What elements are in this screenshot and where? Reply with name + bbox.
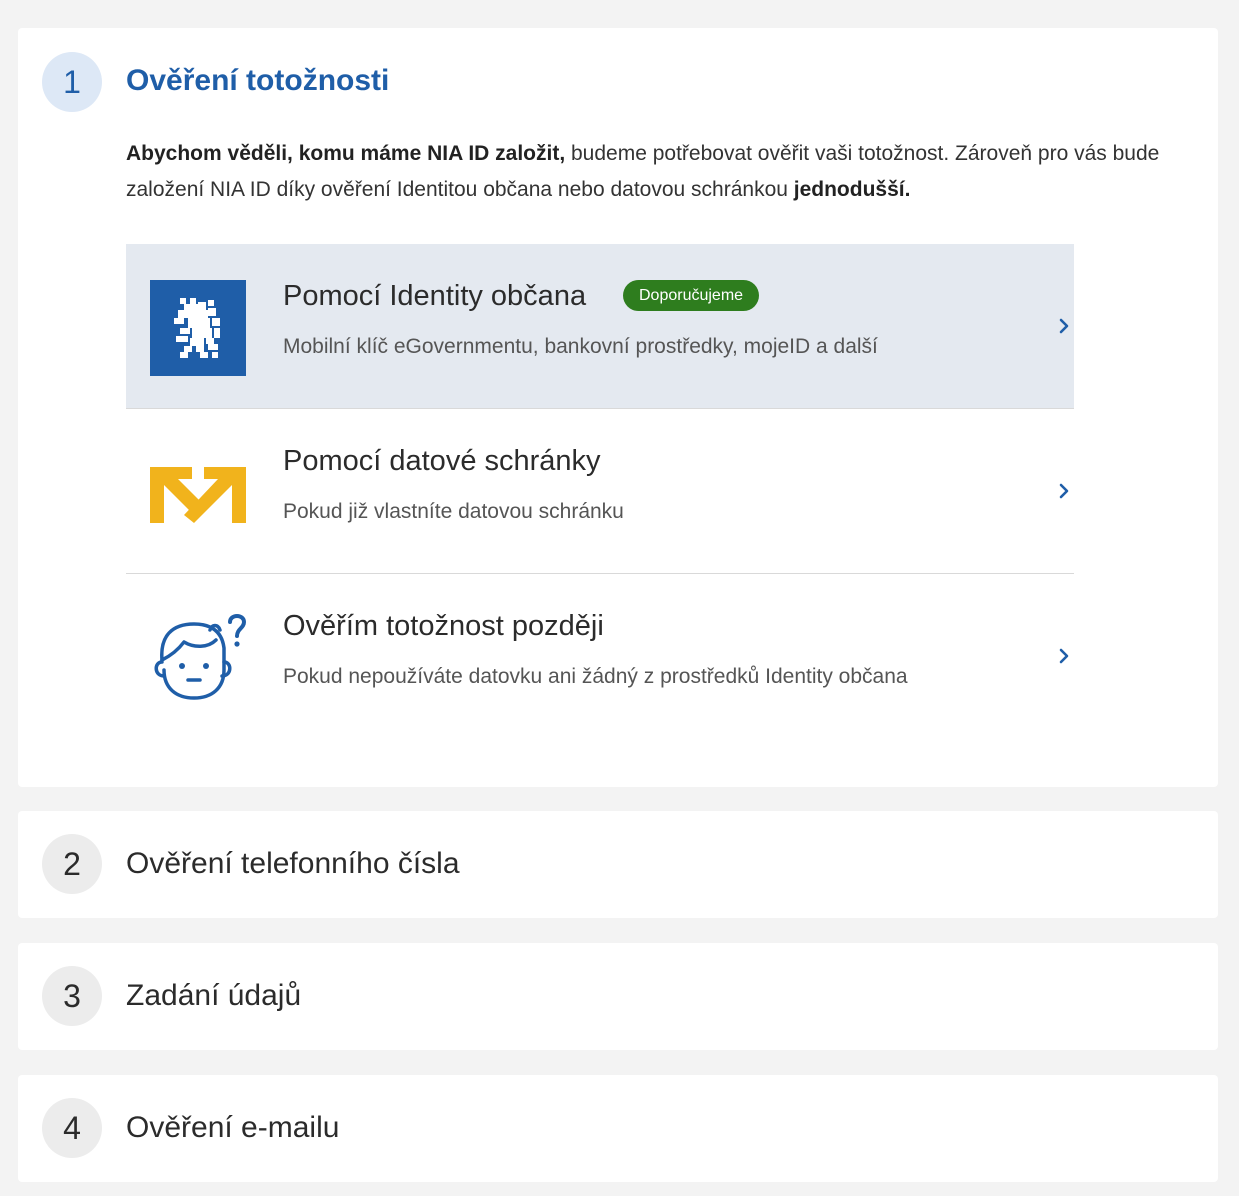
chevron-right-icon xyxy=(1054,481,1074,501)
step-4-card[interactable]: 4 Ověření e-mailu xyxy=(18,1075,1218,1182)
option-title: Pomocí Identity občana xyxy=(283,280,587,312)
step-2-card[interactable]: 2 Ověření telefonního čísla xyxy=(18,811,1218,918)
option-identity-obcana[interactable]: Pomocí Identity občana Doporučujeme Mobi… xyxy=(126,244,1074,409)
option-title: Pomocí datové schránky xyxy=(283,445,601,477)
step-2-number: 2 xyxy=(42,834,102,894)
intro-bold-2: jednodušší. xyxy=(793,178,911,201)
step-3-title: Zadání údajů xyxy=(126,979,302,1012)
step-4-number: 4 xyxy=(42,1098,102,1158)
step-1-card: 1 Ověření totožnosti Abychom věděli, kom… xyxy=(18,28,1218,787)
option-overim-pozdeji[interactable]: Ověřím totožnost později Pokud nepoužívá… xyxy=(126,574,1074,738)
databox-icon xyxy=(150,445,246,541)
step-4-title: Ověření e-mailu xyxy=(126,1111,340,1144)
option-subtitle: Pokud nepoužíváte datovku ani žádný z pr… xyxy=(283,665,908,688)
intro-bold-1: Abychom věděli, komu máme NIA ID založit… xyxy=(126,142,566,165)
chevron-right-icon xyxy=(1054,646,1074,666)
step-1-number: 1 xyxy=(42,52,102,112)
step-3-card[interactable]: 3 Zadání údajů xyxy=(18,943,1218,1050)
step-3-number: 3 xyxy=(42,966,102,1026)
step-1-title: Ověření totožnosti xyxy=(126,64,390,97)
person-question-icon xyxy=(150,610,247,706)
option-subtitle: Pokud již vlastníte datovou schránku xyxy=(283,500,624,523)
chevron-right-icon xyxy=(1054,316,1074,336)
step-2-title: Ověření telefonního čísla xyxy=(126,847,460,880)
option-datova-schranka[interactable]: Pomocí datové schránky Pokud již vlastní… xyxy=(126,409,1074,574)
option-subtitle: Mobilní klíč eGovernmentu, bankovní pros… xyxy=(283,335,878,358)
recommended-badge: Doporučujeme xyxy=(623,280,760,311)
czech-lion-icon xyxy=(150,280,246,376)
option-title: Ověřím totožnost později xyxy=(283,610,604,642)
step-1-intro: Abychom věděli, komu máme NIA ID založit… xyxy=(126,136,1196,208)
